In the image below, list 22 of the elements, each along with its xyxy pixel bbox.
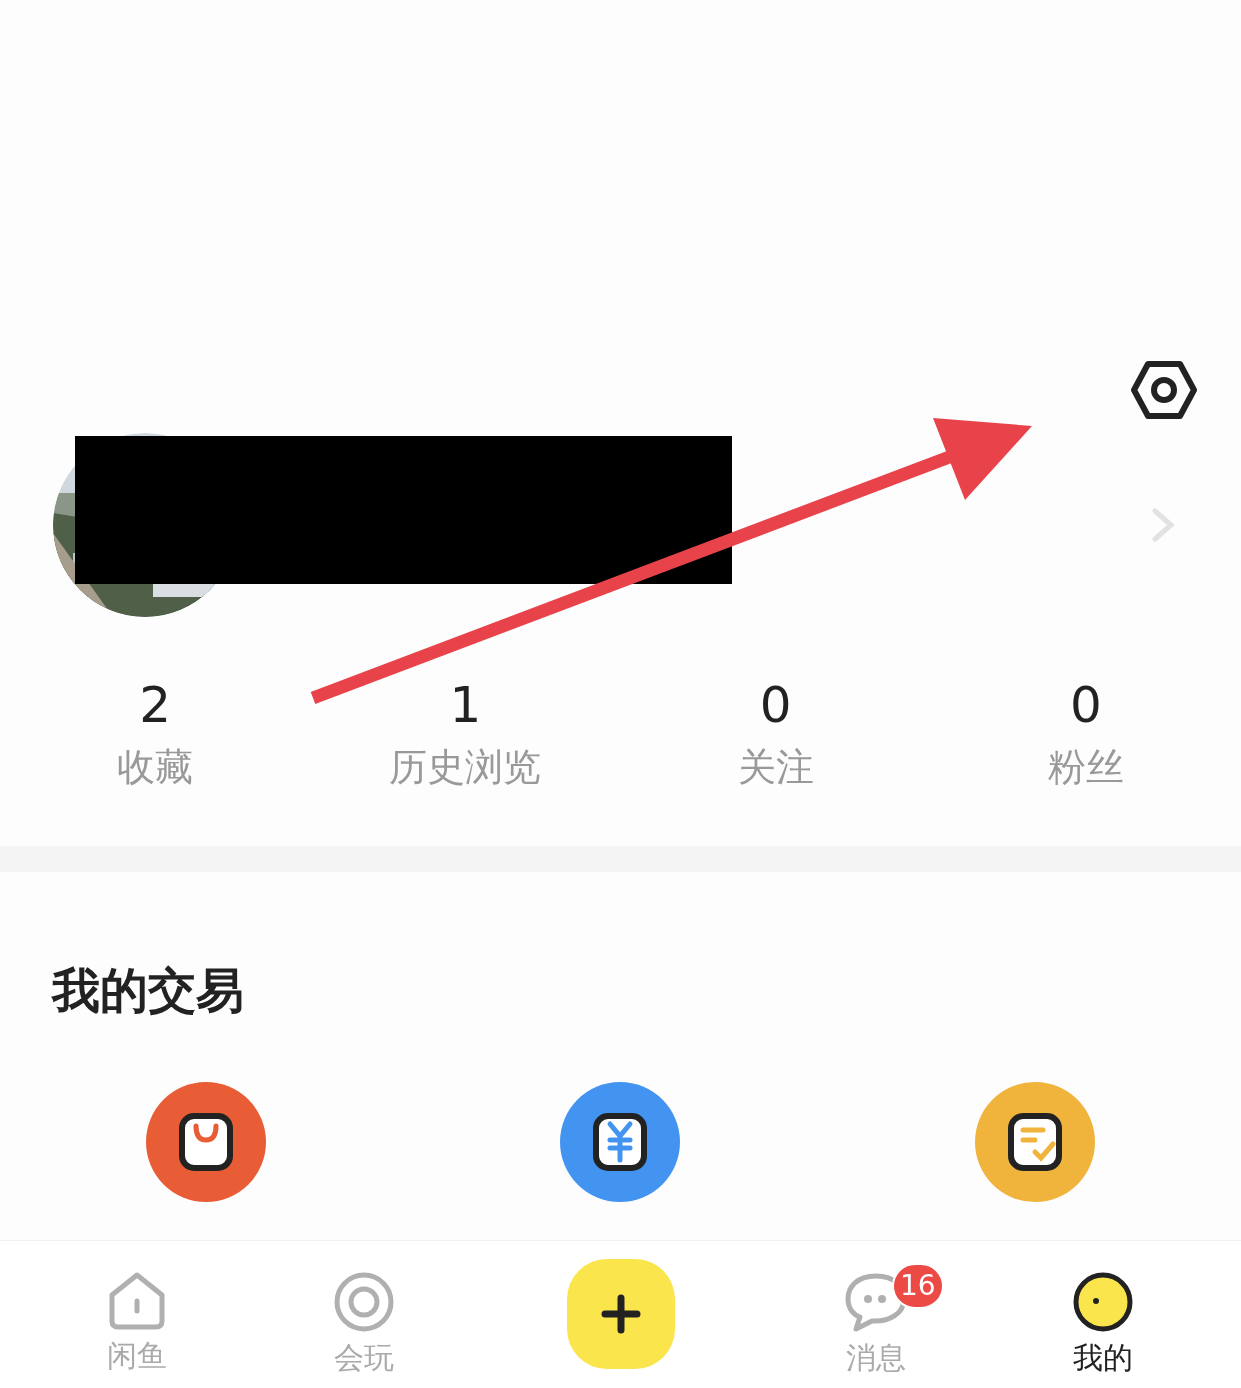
plus-icon xyxy=(601,1294,641,1334)
publish-button[interactable] xyxy=(567,1259,675,1369)
stat-value[interactable]: 1 xyxy=(449,680,482,730)
checklist-icon[interactable] xyxy=(975,1082,1095,1202)
stat-value[interactable]: 0 xyxy=(1069,680,1102,730)
settings-icon[interactable] xyxy=(1131,360,1197,420)
stat-label[interactable]: 收藏 xyxy=(117,748,194,786)
stat-label[interactable]: 粉丝 xyxy=(1047,748,1124,786)
shopping-bag-icon[interactable] xyxy=(146,1082,266,1202)
section-title: 我的交易 xyxy=(50,966,245,1014)
tab-item[interactable]: 会玩 xyxy=(314,1241,414,1373)
stat-value[interactable]: 2 xyxy=(139,680,172,730)
tab-item[interactable]: 消息 16 xyxy=(810,1241,942,1373)
yuan-icon[interactable] xyxy=(560,1082,681,1202)
stat-value[interactable]: 0 xyxy=(759,680,792,730)
target-icon xyxy=(333,1271,395,1333)
tab-item[interactable]: 我的 xyxy=(1052,1241,1153,1373)
avatar-icon xyxy=(1071,1271,1134,1333)
tab-item[interactable]: 闲鱼 xyxy=(87,1241,187,1371)
stat-label[interactable]: 关注 xyxy=(737,748,814,786)
unread-badge: 16 xyxy=(892,1263,944,1309)
stat-label[interactable]: 历史浏览 xyxy=(389,748,542,786)
